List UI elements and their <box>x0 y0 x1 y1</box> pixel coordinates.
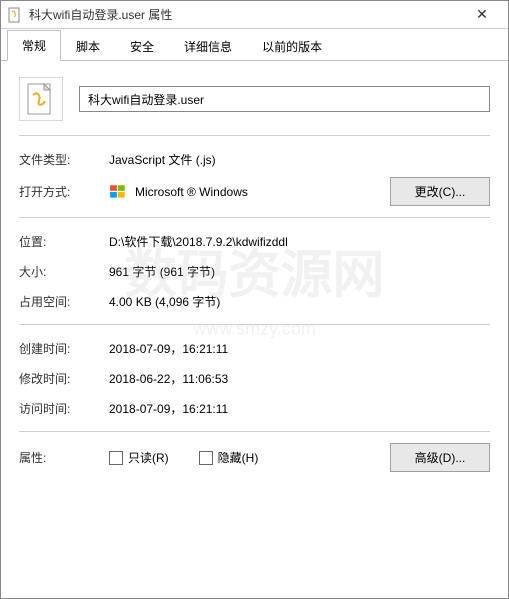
label-filetype: 文件类型: <box>19 151 109 168</box>
label-openwith: 打开方式: <box>19 183 109 200</box>
value-created: 2018-07-09，16:21:11 <box>109 340 490 357</box>
label-accessed: 访问时间: <box>19 400 109 417</box>
row-accessed: 访问时间: 2018-07-09，16:21:11 <box>19 393 490 423</box>
checkbox-hidden[interactable]: 隐藏(H) <box>199 449 259 466</box>
label-size: 大小: <box>19 263 109 280</box>
windows-flag-icon <box>109 183 127 201</box>
row-size: 大小: 961 字节 (961 字节) <box>19 256 490 286</box>
properties-window: 科大wifi自动登录.user 属性 ✕ 常规 脚本 安全 详细信息 以前的版本… <box>0 0 509 599</box>
row-modified: 修改时间: 2018-06-22，11:06:53 <box>19 363 490 393</box>
change-button[interactable]: 更改(C)... <box>390 177 490 206</box>
value-openwith: Microsoft ® Windows <box>135 185 390 199</box>
checkbox-readonly[interactable]: 只读(R) <box>109 449 169 466</box>
tab-security[interactable]: 安全 <box>115 31 169 61</box>
label-hidden: 隐藏(H) <box>218 449 259 466</box>
divider <box>19 217 490 218</box>
row-filetype: 文件类型: JavaScript 文件 (.js) <box>19 144 490 174</box>
row-openwith: 打开方式: Microsoft ® Windows 更改(C)... <box>19 174 490 209</box>
tab-script[interactable]: 脚本 <box>61 31 115 61</box>
value-size: 961 字节 (961 字节) <box>109 263 490 280</box>
value-location: D:\软件下载\2018.7.9.2\kdwifizddl <box>109 233 490 250</box>
titlebar: 科大wifi自动登录.user 属性 ✕ <box>1 1 508 29</box>
divider <box>19 431 490 432</box>
window-title: 科大wifi自动登录.user 属性 <box>29 6 462 23</box>
value-accessed: 2018-07-09，16:21:11 <box>109 400 490 417</box>
row-attributes: 属性: 只读(R) 隐藏(H) 高级(D)... <box>19 440 490 475</box>
row-created: 创建时间: 2018-07-09，16:21:11 <box>19 333 490 363</box>
row-sizeondisk: 占用空间: 4.00 KB (4,096 字节) <box>19 286 490 316</box>
file-header <box>19 77 490 121</box>
content-panel: 数码资源网 www.smzy.com 文件类型: JavaScript 文件 (… <box>1 61 508 598</box>
checkbox-box-icon <box>109 451 123 465</box>
tab-general[interactable]: 常规 <box>7 30 61 61</box>
divider <box>19 135 490 136</box>
label-readonly: 只读(R) <box>128 449 169 466</box>
tabbar: 常规 脚本 安全 详细信息 以前的版本 <box>1 29 508 61</box>
advanced-button[interactable]: 高级(D)... <box>390 443 490 472</box>
label-modified: 修改时间: <box>19 370 109 387</box>
value-modified: 2018-06-22，11:06:53 <box>109 370 490 387</box>
tab-previous-versions[interactable]: 以前的版本 <box>247 31 337 61</box>
filename-input[interactable] <box>79 86 490 112</box>
value-sizeondisk: 4.00 KB (4,096 字节) <box>109 293 490 310</box>
value-filetype: JavaScript 文件 (.js) <box>109 151 490 168</box>
label-location: 位置: <box>19 233 109 250</box>
label-sizeondisk: 占用空间: <box>19 293 109 310</box>
file-icon-small <box>7 7 23 23</box>
checkbox-box-icon <box>199 451 213 465</box>
row-location: 位置: D:\软件下载\2018.7.9.2\kdwifizddl <box>19 226 490 256</box>
tab-details[interactable]: 详细信息 <box>169 31 247 61</box>
file-type-icon <box>19 77 63 121</box>
label-created: 创建时间: <box>19 340 109 357</box>
label-attributes: 属性: <box>19 449 109 466</box>
divider <box>19 324 490 325</box>
close-button[interactable]: ✕ <box>462 3 502 27</box>
